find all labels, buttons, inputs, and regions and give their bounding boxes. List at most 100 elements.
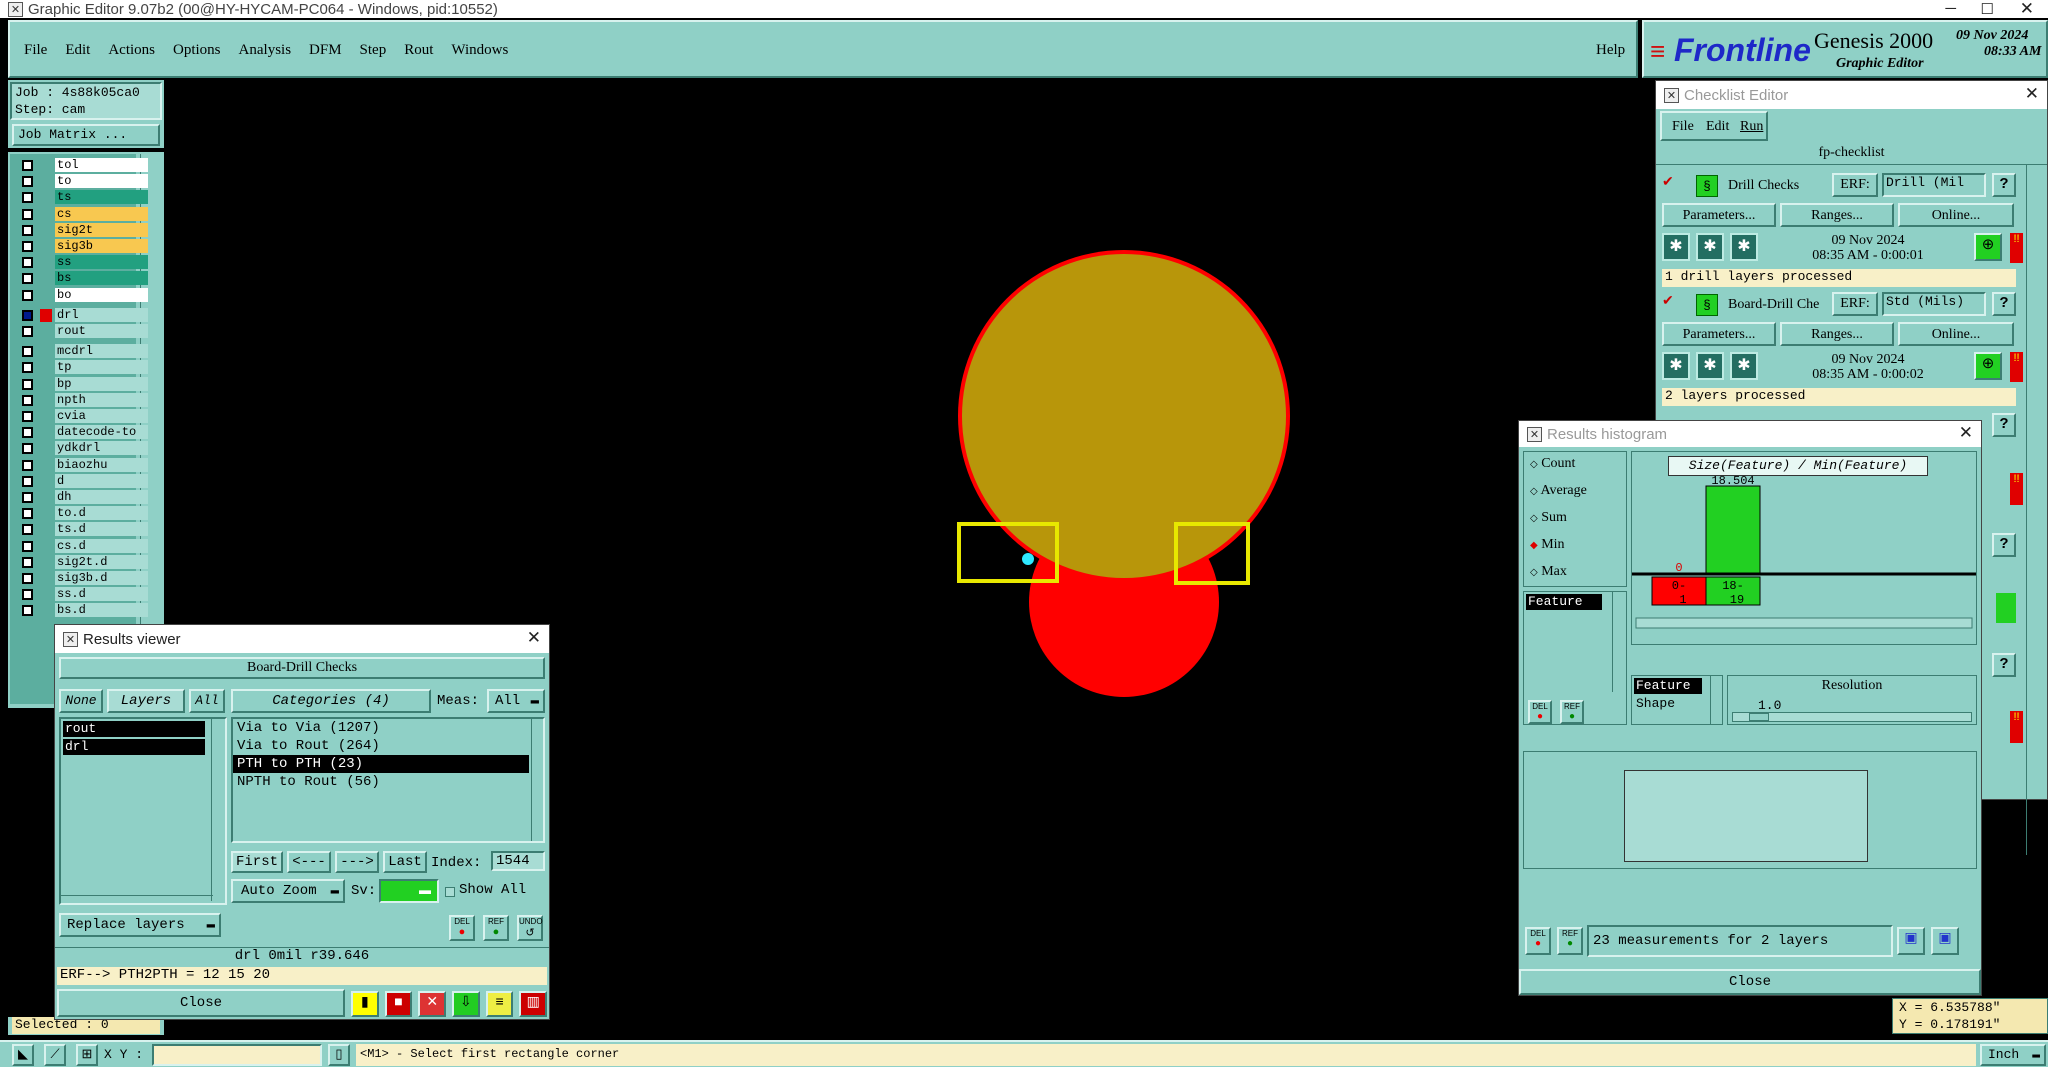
layer-name[interactable]: d [55,473,148,488]
mode-sum[interactable]: ◇ Sum [1530,510,1567,526]
layer-name[interactable]: mcdrl [55,344,148,359]
layer-name[interactable]: sig3b.d [55,571,148,585]
layer-checkbox[interactable] [22,492,33,503]
layer-checkbox[interactable] [22,589,33,601]
layer-name[interactable]: bo [55,287,148,302]
layer-name[interactable]: cs.d [55,538,148,553]
layer-name[interactable]: ts [55,190,148,205]
feature-list[interactable]: Feature DEL ● REF ● [1523,591,1627,725]
menu-step[interactable]: Step [360,42,387,59]
layer-row[interactable]: bs [18,271,148,286]
layer-row[interactable]: datecode-to [18,425,148,440]
layer-name[interactable]: tol [55,158,148,172]
layer-row[interactable]: tol [18,158,148,173]
help-icon[interactable]: ? [1992,533,2016,557]
zoom-results-icon[interactable]: ⊕ [1974,233,2002,261]
tab-all[interactable]: All [189,689,225,713]
layer-checkbox[interactable] [22,208,33,220]
layer-row[interactable]: d [18,473,148,489]
next-button[interactable]: ---> [335,851,379,873]
layer-row[interactable]: ss [18,255,148,270]
layer-row[interactable]: ss.d [18,587,148,602]
layer-checkbox[interactable] [22,257,33,269]
layer-checkbox[interactable] [22,160,33,171]
layer-checkbox[interactable] [22,524,33,536]
layer-name[interactable]: drl [55,307,148,322]
job-matrix-button[interactable]: Job Matrix ... [12,124,160,146]
run-icon[interactable]: ✱ [1662,352,1690,380]
layer-row[interactable]: sig3b.d [18,571,148,586]
layer-row[interactable]: ydkdrl [18,441,148,456]
help-icon[interactable]: ? [1992,292,2016,316]
menu-actions[interactable]: Actions [108,42,155,59]
layer-name[interactable]: to.d [55,506,148,521]
layer-checkbox[interactable] [22,508,33,520]
layer-row[interactable]: cvia [18,409,148,424]
layer-name[interactable]: sig2t.d [55,554,148,569]
layer-row[interactable]: dh [18,490,148,505]
layer-checkbox[interactable] [22,326,33,337]
hist-del-button[interactable]: DEL ● [1528,700,1552,724]
online-button[interactable]: Online... [1898,203,2014,227]
menu-dfm[interactable]: DFM [309,42,342,59]
layer-row[interactable]: bo [18,287,148,303]
menu-windows[interactable]: Windows [451,42,508,59]
maximize-button[interactable]: ☐ [1981,0,1994,18]
meas-select[interactable]: All ▬ [487,689,545,713]
rv-close-button[interactable]: Close [57,989,345,1017]
erf-button[interactable]: ERF: [1832,292,1878,316]
checklist-close-icon[interactable]: ✕ [2025,84,2039,104]
replace-layers-select[interactable]: Replace layers ▬ [59,913,221,937]
first-button[interactable]: First [231,851,283,873]
histogram-close-button[interactable]: Close [1519,969,1981,995]
ref-button[interactable]: REF ● [483,915,509,941]
categories-scrollbar[interactable] [531,719,543,841]
units-select[interactable]: Inch ▬ [1980,1044,2046,1066]
index-input[interactable]: 1544 [491,851,545,871]
auto-zoom-select[interactable]: Auto Zoom ▬ [231,879,345,903]
layer-row[interactable]: to [18,174,148,189]
check-enabled-icon[interactable]: ✔ [1662,173,1674,190]
zoom-results-icon[interactable]: ⊕ [1974,352,2002,380]
grid-tool-icon[interactable]: ⊞ [76,1044,98,1066]
rv-layer-hscroll[interactable] [59,895,213,905]
layer-row[interactable]: biaozhu [18,457,148,473]
layer-name[interactable]: bs.d [55,603,148,618]
xy-input[interactable] [152,1044,322,1066]
last-button[interactable]: Last [383,851,427,873]
menu-file[interactable]: File [24,42,47,59]
layer-row[interactable]: drl [18,307,148,323]
collapse-icon[interactable]: ▣ [1931,927,1959,955]
hist-bottom-del-button[interactable]: DEL ● [1525,927,1551,955]
layer-row[interactable]: cs [18,206,148,222]
hist-bottom-ref-button[interactable]: REF ● [1557,927,1583,955]
run-icon[interactable]: ✱ [1662,233,1690,261]
category-item[interactable]: Via to Rout (264) [233,737,543,755]
categories-button[interactable]: Categories (4) [231,689,431,713]
erf-button[interactable]: ERF: [1832,173,1878,197]
layer-row[interactable]: npth [18,392,148,408]
mode-average[interactable]: ◇ Average [1530,483,1587,499]
layer-name[interactable]: sig3b [55,239,148,253]
layer-name[interactable]: biaozhu [55,457,148,472]
layer-row[interactable]: cs.d [18,538,148,554]
layer-row[interactable]: sig2t [18,222,148,238]
run-from-icon[interactable]: ✱ [1730,352,1758,380]
layer-checkbox[interactable] [22,475,33,487]
layer-name[interactable]: ss [55,255,148,270]
results-viewer-close-icon[interactable]: ✕ [527,628,541,648]
checklist-menu-file[interactable]: File [1672,119,1694,135]
checklist-menu-edit[interactable]: Edit [1706,119,1729,135]
close-window-button[interactable]: ✕ [2020,0,2034,19]
layer-name[interactable]: npth [55,392,148,407]
layer-name[interactable]: dh [55,490,148,504]
show-all-checkbox[interactable] [445,887,455,897]
layer-row[interactable]: tp [18,360,148,375]
export-icon[interactable]: ⇩ [452,991,480,1017]
layer-row[interactable]: ts [18,190,148,205]
help-icon[interactable]: ? [1992,653,2016,677]
categories-list[interactable]: Via to Via (1207) Via to Rout (264) PTH … [231,717,545,843]
layer-name[interactable]: bs [55,271,148,286]
category-item[interactable]: Via to Via (1207) [233,719,543,737]
ranges-button[interactable]: Ranges... [1780,203,1894,227]
